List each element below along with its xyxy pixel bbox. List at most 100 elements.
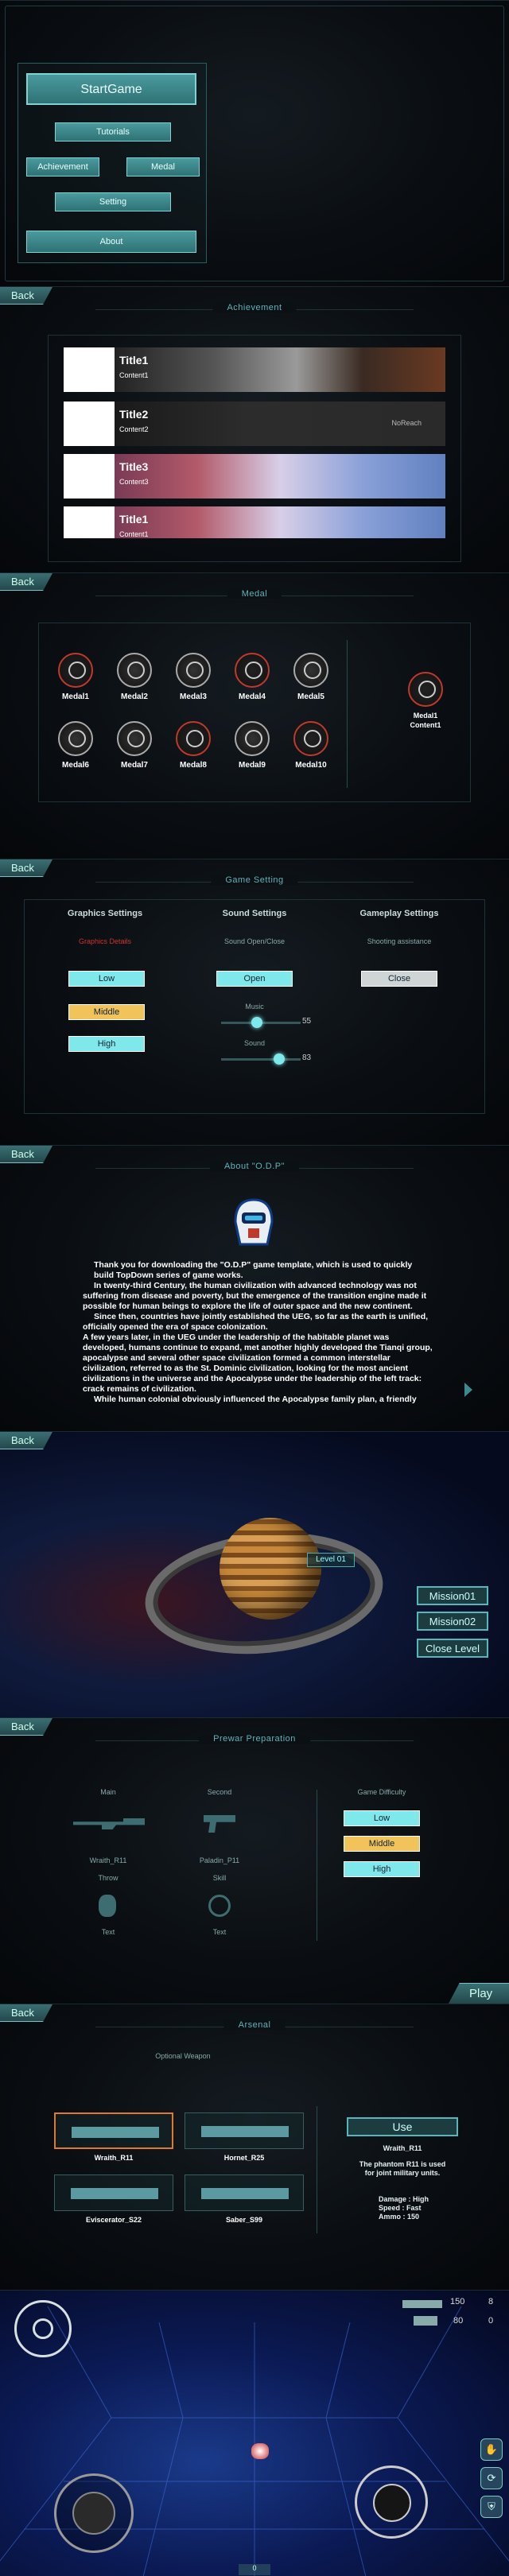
sound-value: 83 — [302, 1053, 312, 1062]
second-weapon-icon[interactable] — [204, 1815, 235, 1833]
rifle-icon — [201, 2188, 289, 2199]
about-body: Thank you for downloading the "O.D.P" ga… — [83, 1260, 433, 1405]
achievement-banner — [115, 454, 445, 499]
skill-label: Skill — [212, 1874, 227, 1882]
achievement-button[interactable]: Achievement — [26, 157, 99, 177]
main-weapon-icon[interactable] — [73, 1818, 145, 1829]
achievement-item[interactable]: Title1 Content1 — [64, 347, 445, 392]
achievement-item[interactable]: Title1 Content1 — [64, 506, 445, 538]
graphics-middle-button[interactable]: Middle — [68, 1004, 145, 1020]
medal-item[interactable]: Medal9 — [231, 721, 274, 770]
weapon-ammo: Ammo : 150 — [379, 2213, 420, 2221]
aim-joystick[interactable] — [355, 2465, 428, 2539]
move-joystick[interactable] — [54, 2473, 134, 2553]
odp-logo — [227, 1195, 280, 1251]
ammo2-count: 80 — [453, 2316, 464, 2326]
about-paragraph: In twenty-third Century, the human civil… — [83, 1281, 427, 1311]
about-button[interactable]: About — [26, 231, 196, 253]
medal-detail: Medal1 Content1 — [404, 672, 447, 729]
medal-item[interactable]: Medal8 — [172, 721, 215, 770]
medal-name: Medal10 — [295, 761, 327, 770]
back-button[interactable]: Back — [0, 2004, 52, 2022]
sound-slider-track[interactable] — [221, 1058, 301, 1061]
back-button[interactable]: Back — [0, 1146, 52, 1163]
medal-item[interactable]: Medal10 — [289, 721, 332, 770]
back-button[interactable]: Back — [0, 859, 52, 877]
difficulty-middle-button[interactable]: Middle — [344, 1836, 420, 1852]
shield-icon[interactable]: ⛨ — [480, 2496, 503, 2518]
achievement-item[interactable]: Title2 Content2 NoReach — [64, 402, 445, 446]
achievement-content: Content2 — [119, 425, 149, 433]
achievement-banner — [115, 506, 445, 538]
start-game-button[interactable]: StartGame — [26, 73, 196, 105]
medal-name: Medal1 — [62, 692, 89, 701]
joystick-knob — [373, 2484, 411, 2522]
prep-header: Prewar Preparation — [199, 1734, 310, 1744]
tutorials-button[interactable]: Tutorials — [55, 122, 171, 142]
medal-item[interactable]: Medal1 — [54, 653, 97, 701]
about-paragraph: A few years later, in the UEG under the … — [83, 1333, 433, 1394]
medal-item[interactable]: Medal5 — [289, 653, 332, 701]
medal-item[interactable]: Medal4 — [231, 653, 274, 701]
grenade-icon[interactable] — [99, 1895, 116, 1917]
sound-toggle-button[interactable]: Open — [216, 971, 293, 987]
crosshair-icon[interactable] — [208, 1895, 231, 1917]
gameplay-title: Gameplay Settings — [359, 909, 439, 918]
weapon1-icon[interactable] — [402, 2300, 442, 2308]
weapon-card[interactable] — [185, 2174, 304, 2211]
close-level-button[interactable]: Close Level — [417, 1639, 488, 1658]
music-value: 55 — [302, 1017, 312, 1026]
achievement-thumb — [64, 454, 115, 499]
weapon-card-selected[interactable] — [54, 2112, 173, 2149]
move-joystick-top[interactable] — [14, 2300, 72, 2357]
medal-button[interactable]: Medal — [126, 157, 200, 177]
medal-item[interactable]: Medal2 — [113, 653, 156, 701]
shotgun-icon — [71, 2188, 158, 2199]
weapon-card[interactable] — [54, 2174, 173, 2211]
achievement-item[interactable]: Title3 Content3 — [64, 454, 445, 499]
graphics-high-button[interactable]: High — [68, 1036, 145, 1052]
weapon-damage: Damage : High — [379, 2195, 429, 2203]
about-paragraph: Since then, countries have jointly estab… — [83, 1312, 429, 1332]
play-button[interactable]: Play — [449, 1983, 509, 2004]
medal-icon — [176, 721, 211, 756]
ammo1-count: 150 — [450, 2297, 465, 2306]
setting-button[interactable]: Setting — [55, 192, 171, 211]
reload-icon[interactable]: ⟳ — [480, 2467, 503, 2489]
mission02-button[interactable]: Mission02 — [417, 1612, 488, 1631]
back-button[interactable]: Back — [0, 287, 52, 305]
music-slider-knob[interactable] — [251, 1017, 262, 1028]
music-label: Music — [245, 1003, 264, 1011]
back-button[interactable]: Back — [0, 1718, 52, 1736]
throw-label: Throw — [98, 1874, 119, 1882]
arsenal-panel: Back Arsenal Optional Weapon Wraith_R11 … — [0, 2004, 509, 2290]
weapon2-icon[interactable] — [414, 2316, 437, 2326]
back-button[interactable]: Back — [0, 573, 52, 591]
medal-item[interactable]: Medal6 — [54, 721, 97, 770]
sound-slider-knob[interactable] — [274, 1053, 285, 1065]
grab-hand-icon[interactable]: ✋ — [480, 2438, 503, 2461]
medal-item[interactable]: Medal3 — [172, 653, 215, 701]
graphics-low-button[interactable]: Low — [68, 971, 145, 987]
second-weapon-name: Paladin_P11 — [199, 1856, 240, 1864]
weapon-name: Saber_S99 — [225, 2216, 263, 2224]
use-button[interactable]: Use — [347, 2117, 458, 2136]
rifle-icon — [72, 2127, 159, 2138]
medal-icon — [293, 721, 328, 756]
weapon-card[interactable] — [185, 2112, 304, 2149]
main-menu-panel: StartGame Tutorials Achievement Medal Se… — [0, 0, 509, 286]
mission01-button[interactable]: Mission01 — [417, 1586, 488, 1605]
difficulty-high-button[interactable]: High — [344, 1861, 420, 1877]
medal-item[interactable]: Medal7 — [113, 721, 156, 770]
planet-level-label[interactable]: Level 01 — [307, 1553, 355, 1567]
back-button[interactable]: Back — [0, 1432, 52, 1449]
medal-name: Medal9 — [239, 761, 266, 770]
main-weapon-name: Wraith_R11 — [89, 1856, 127, 1864]
shooting-assist-toggle[interactable]: Close — [361, 971, 437, 987]
weapon-name: Eviscerator_S22 — [85, 2216, 142, 2224]
achievement-status: NoReach — [391, 419, 422, 427]
scroll-right-icon[interactable] — [464, 1383, 472, 1397]
weapon-name: Hornet_R25 — [223, 2154, 265, 2162]
difficulty-low-button[interactable]: Low — [344, 1810, 420, 1826]
about-header: About "O.D.P" — [209, 1162, 300, 1171]
